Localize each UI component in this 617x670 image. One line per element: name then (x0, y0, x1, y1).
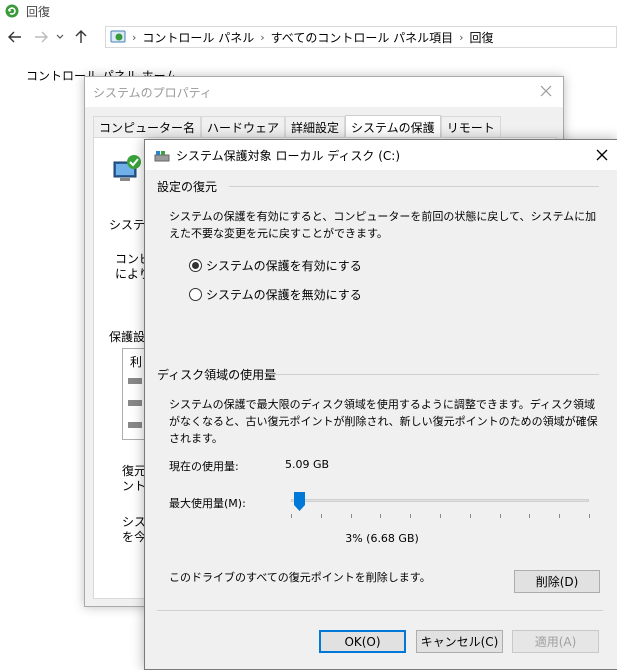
radio-button-unselected[interactable] (189, 288, 202, 301)
control-panel-icon (110, 30, 126, 43)
radio-button-selected[interactable] (189, 259, 202, 272)
explorer-title: 回復 (26, 4, 51, 19)
drive-icon (128, 378, 142, 384)
forward-button[interactable] (30, 26, 52, 48)
drive-icon (154, 151, 170, 162)
slider-tick (320, 514, 322, 518)
current-usage-label: 現在の使用量: (169, 460, 239, 473)
tab-system-protection[interactable]: システムの保護 (345, 115, 441, 138)
chevron-right-icon: › (459, 30, 464, 44)
slider-tick (350, 514, 352, 518)
restore-settings-heading: 設定の復元 (157, 180, 218, 194)
tab-computer-name[interactable]: コンピューター名 (93, 116, 202, 137)
drive-icon (128, 400, 142, 406)
slider-tick (380, 514, 382, 518)
tab-hardware[interactable]: ハードウェア (201, 116, 286, 137)
back-button[interactable] (4, 26, 26, 48)
slider-tick (291, 514, 292, 518)
slider-tick (440, 514, 441, 518)
slider-tick (469, 514, 471, 518)
bottom-divider (157, 610, 603, 611)
current-usage-value: 5.09 GB (285, 458, 330, 471)
disk-usage-heading: ディスク領域の使用量 (157, 368, 277, 382)
slider-tick (589, 514, 590, 518)
disk-usage-description: システムの保護で最大限のディスク領域を使用するように調整できます。ディスク領域が… (169, 398, 598, 445)
max-usage-value: 3% (6.68 GB) (345, 532, 419, 545)
tab-advanced[interactable]: 詳細設定 (285, 116, 346, 137)
system-properties-tabs: コンピューター名 ハードウェア 詳細設定 システムの保護 リモート (93, 115, 501, 138)
close-icon[interactable] (537, 82, 555, 100)
chevron-down-icon (56, 34, 64, 39)
chevron-right-icon: › (260, 30, 265, 44)
breadcrumb-control-panel[interactable]: コントロール パネル (142, 29, 254, 46)
fragment-text: 保護設 (109, 330, 146, 344)
slider-tick (499, 514, 501, 518)
chevron-right-icon: › (132, 30, 137, 44)
max-usage-slider-track[interactable] (291, 499, 589, 502)
explorer-navbar: › コントロール パネル › すべてのコントロール パネル項目 › 回復 (0, 25, 617, 49)
dialog-titlebar: システム保護対象 ローカル ディスク (C:) (145, 140, 617, 170)
apply-button[interactable]: 適用(A) (512, 630, 599, 653)
system-protection-icon (113, 155, 141, 181)
fragment-text: 利 (130, 355, 143, 369)
delete-button[interactable]: 削除(D) (514, 570, 600, 593)
up-button[interactable] (70, 26, 92, 48)
slider-tick (559, 514, 561, 518)
drive-icon (128, 422, 142, 428)
slider-tick (410, 514, 412, 518)
breadcrumb-recovery[interactable]: 回復 (470, 29, 494, 46)
back-arrow-icon (8, 31, 21, 43)
close-icon[interactable] (593, 146, 611, 164)
group-divider (269, 374, 599, 375)
cancel-button[interactable]: キャンセル(C) (416, 630, 503, 653)
breadcrumb-all-items[interactable]: すべてのコントロール パネル項目 (271, 29, 454, 46)
group-divider (229, 186, 599, 187)
max-usage-label: 最大使用量(M): (169, 497, 246, 510)
fragment-text: を今 (122, 530, 147, 544)
tab-remote[interactable]: リモート (440, 116, 501, 137)
restore-settings-description: システムの保護を有効にすると、コンピューターを前回の状態に戻して、システムに加え… (169, 210, 597, 240)
system-protection-dialog: システム保護対象 ローカル ディスク (C:) 設定の復元 システムの保護を有効… (144, 139, 617, 670)
radio-enable-label: システムの保護を有効にする (206, 259, 362, 273)
delete-description: このドライブのすべての復元ポイントを削除します。 (169, 571, 431, 584)
system-properties-titlebar: システムのプロパティ (85, 77, 563, 107)
forward-arrow-icon (35, 31, 48, 43)
address-bar[interactable]: › コントロール パネル › すべてのコントロール パネル項目 › 回復 (105, 26, 617, 48)
recent-locations-button[interactable] (54, 26, 66, 48)
max-usage-slider-thumb[interactable] (294, 492, 306, 511)
slider-tick (529, 514, 531, 518)
radio-disable-protection[interactable]: システムの保護を無効にする (189, 286, 362, 303)
dialog-title: システム保護対象 ローカル ディスク (C:) (176, 148, 401, 163)
slider-ticks (291, 514, 590, 518)
up-arrow-icon (75, 30, 87, 43)
radio-disable-label: システムの保護を無効にする (206, 288, 362, 302)
ok-button[interactable]: OK(O) (319, 630, 406, 653)
radio-enable-protection[interactable]: システムの保護を有効にする (189, 257, 362, 274)
explorer-titlebar: 回復 (0, 0, 617, 22)
recovery-icon (5, 4, 19, 18)
system-properties-title: システムのプロパティ (93, 85, 212, 100)
